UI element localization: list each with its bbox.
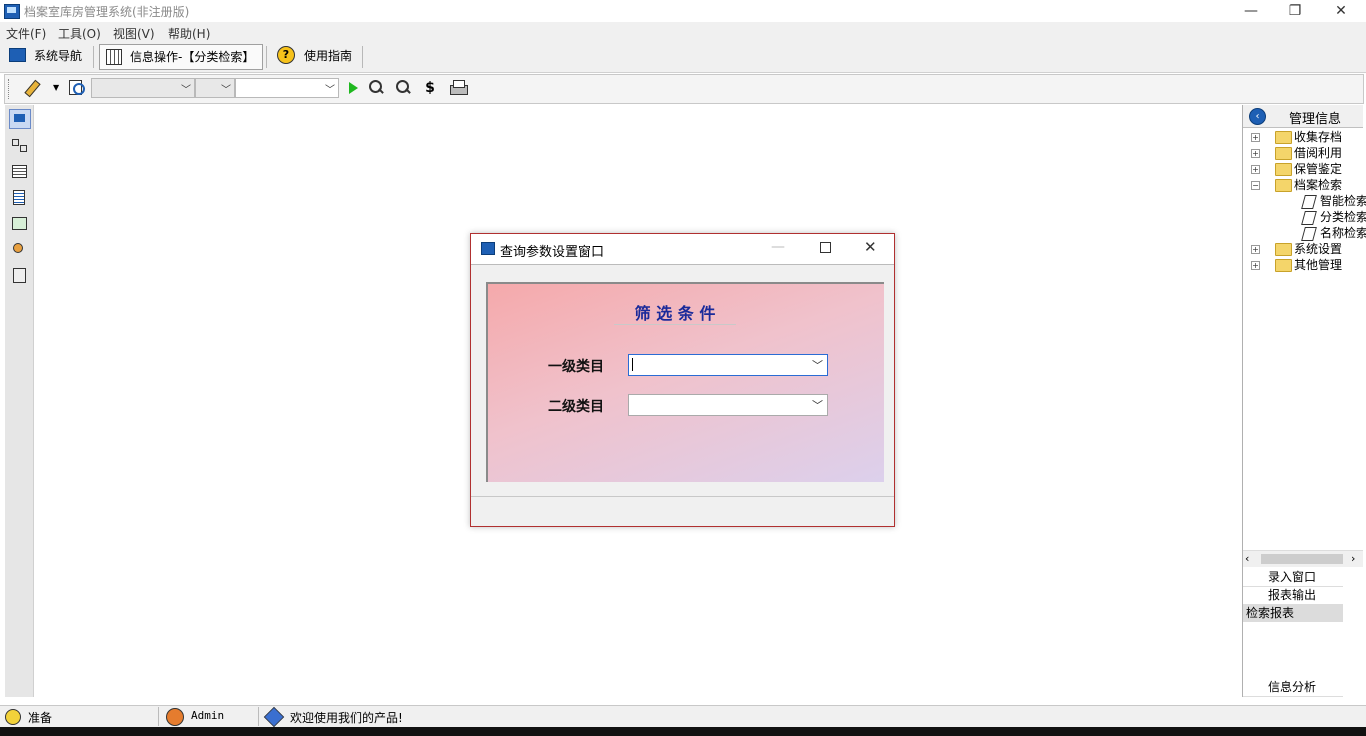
scroll-left-icon[interactable]: ‹ — [1245, 552, 1249, 565]
taskbar-strip — [0, 727, 1366, 736]
separator — [93, 46, 94, 68]
list-view-icon[interactable] — [9, 162, 29, 180]
filter-heading: 筛 选 条 件 — [614, 300, 736, 325]
window-icon[interactable] — [9, 109, 31, 129]
left-icon-bar — [5, 105, 34, 697]
nav-toolbar: 系统导航 信息操作-【分类检索】 ? 使用指南 — [0, 42, 1366, 73]
system-nav-label: 系统导航 — [34, 49, 83, 63]
run-icon[interactable] — [345, 79, 363, 97]
dialog-maximize-button[interactable] — [820, 242, 831, 253]
chart-icon[interactable] — [9, 214, 29, 232]
query-dialog: 查询参数设置窗口 — ✕ 筛 选 条 件 一级类目 ﹀ 二级类目 ﹀ — [470, 233, 895, 527]
user-icon — [166, 708, 184, 726]
restore-button[interactable]: ❐ — [1272, 0, 1318, 22]
separator — [266, 46, 267, 68]
grid-icon — [106, 49, 122, 65]
menu-view[interactable]: 视图(V) — [113, 25, 155, 42]
window-title: 档案室库房管理系统(非注册版) — [24, 5, 190, 19]
info-operation-label: 信息操作-【分类检索】 — [130, 50, 255, 64]
panel-title: 管理信息 — [1289, 112, 1342, 127]
status-bar: 准备 Admin 欢迎使用我们的产品! — [0, 705, 1366, 728]
user-name: Admin — [191, 709, 225, 722]
menu-tools[interactable]: 工具(O) — [58, 25, 101, 42]
dialog-minimize-button[interactable]: — — [771, 239, 785, 255]
pencil-icon[interactable] — [24, 79, 43, 98]
scroll-right-icon[interactable]: › — [1351, 552, 1355, 565]
info-operation-button[interactable]: 信息操作-【分类检索】 — [99, 44, 263, 70]
dropdown-arrow-icon[interactable]: ▼ — [53, 83, 59, 92]
grip-handle[interactable] — [8, 79, 12, 99]
collapse-icon[interactable]: ‹ — [1249, 108, 1266, 125]
horizontal-scrollbar[interactable]: ‹ › — [1243, 550, 1363, 567]
user-guide-button[interactable]: ? 使用指南 — [274, 44, 358, 68]
menu-file[interactable]: 文件(F) — [6, 25, 46, 42]
status-text: 准备 — [28, 711, 53, 725]
chevron-down-icon: ﹀ — [812, 399, 823, 412]
tree-structure-icon[interactable] — [9, 136, 29, 154]
welcome-text: 欢迎使用我们的产品! — [290, 711, 403, 725]
info-analysis-link[interactable]: 信息分析 — [1243, 678, 1343, 697]
app-icon — [4, 4, 20, 19]
dialog-close-button[interactable]: ✕ — [864, 238, 877, 256]
level1-category-select[interactable]: ﹀ — [628, 354, 828, 376]
dialog-window-icon — [481, 242, 495, 255]
separator — [158, 707, 159, 726]
users-search-icon[interactable] — [9, 240, 29, 258]
refresh-icon[interactable]: $ — [421, 79, 439, 97]
level2-label: 二级类目 — [548, 399, 604, 415]
level2-category-select[interactable]: ﹀ — [628, 394, 828, 416]
scroll-thumb[interactable] — [1261, 554, 1343, 564]
monitor-icon — [9, 48, 26, 62]
report-output-link[interactable]: 报表输出 — [1243, 586, 1343, 605]
text-cursor — [632, 358, 633, 371]
zoom-in-icon[interactable] — [367, 79, 385, 97]
zoom-out-icon[interactable] — [394, 79, 412, 97]
search-report-link[interactable]: 检索报表 — [1243, 604, 1343, 622]
user-guide-label: 使用指南 — [304, 49, 353, 63]
filter-panel: 筛 选 条 件 一级类目 ﹀ 二级类目 ﹀ — [486, 282, 884, 482]
separator — [362, 46, 363, 68]
combo-field-1[interactable]: ﹀ — [91, 78, 195, 98]
dialog-footer-divider — [471, 496, 894, 497]
close-button[interactable]: ✕ — [1318, 0, 1364, 22]
menu-bar: 文件(F) 工具(O) 视图(V) 帮助(H) — [0, 22, 1366, 42]
combo-value[interactable]: ﹀ — [235, 78, 339, 98]
minimize-button[interactable]: — — [1228, 0, 1274, 22]
archive-icon[interactable] — [9, 266, 29, 284]
menu-help[interactable]: 帮助(H) — [168, 25, 210, 42]
title-bar: 档案室库房管理系统(非注册版) — ❐ ✕ — [0, 0, 1366, 22]
dialog-title-bar: 查询参数设置窗口 — ✕ — [471, 234, 894, 265]
chevron-down-icon: ﹀ — [812, 359, 823, 372]
entry-window-link[interactable]: 录入窗口 — [1243, 568, 1343, 587]
level1-label: 一级类目 — [548, 359, 604, 375]
panel-header: ‹ 管理信息 — [1243, 105, 1363, 128]
preview-icon[interactable] — [67, 79, 85, 97]
status-icon — [5, 709, 21, 725]
system-nav-button[interactable]: 系统导航 — [6, 44, 88, 68]
help-icon: ? — [277, 46, 295, 64]
document-icon[interactable] — [9, 188, 29, 206]
product-icon — [263, 706, 285, 728]
management-panel: ‹ 管理信息 + 收集存档 + 借阅利用 + 保管鉴定 − 档案检索 智能检索 … — [1242, 105, 1366, 697]
combo-operator[interactable]: ﹀ — [195, 78, 235, 98]
dialog-title: 查询参数设置窗口 — [500, 245, 605, 260]
print-icon[interactable] — [449, 79, 468, 97]
separator — [258, 707, 259, 726]
tool-strip: ▼ ﹀ ﹀ ﹀ $ — [4, 74, 1364, 104]
